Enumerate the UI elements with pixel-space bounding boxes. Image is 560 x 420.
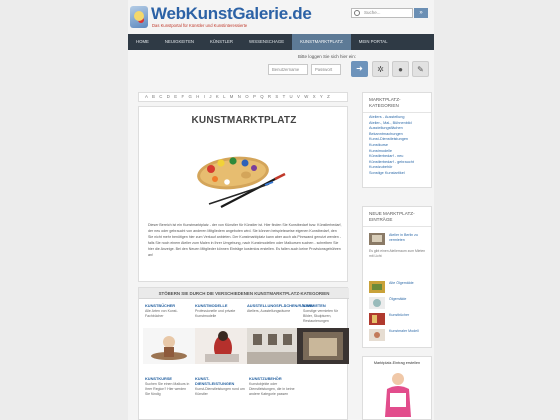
password-field[interactable]: Passwort	[311, 64, 341, 75]
search-icon	[354, 10, 360, 16]
books-image[interactable]	[143, 328, 195, 364]
categories-section: STÖBERN SIE DURCH DIE VERSCHIEDENEN KUNS…	[138, 287, 349, 420]
entry-thumbnail	[369, 281, 385, 293]
category-description: Sonstige vermieten für Bilder, Skulpture…	[303, 309, 339, 323]
entry-title[interactable]: Alte Ölgemälde	[389, 281, 431, 286]
main-content: A B C D E F G H I J K L M N O P Q R S T …	[138, 92, 349, 420]
site-logo[interactable]: WebKunstGalerie.de Das Kunstportal für K…	[130, 4, 312, 32]
category-title[interactable]: KUNSTZUBEHÖR	[249, 376, 299, 381]
nav-item-marketplace[interactable]: KUNSTMARKTPLATZ	[292, 34, 351, 50]
category-description: Suchen Sie einen Malkurs in Ihrer Region…	[145, 382, 190, 396]
category-description: Professionelle und private Kunstmodelle	[195, 309, 236, 318]
category-description: Kunstobjekte oder Dienstleistungen, die …	[249, 382, 295, 396]
search-placeholder: Suche...	[364, 10, 381, 15]
logo-tagline: Das Kunstportal für Künstler und Kunstin…	[152, 23, 248, 28]
category-title[interactable]: KUNST-DIENSTLEISTUNGEN	[195, 376, 245, 386]
promo-figure-image	[385, 373, 411, 417]
entry-thumbnail	[369, 233, 385, 245]
search-button[interactable]: »	[414, 8, 428, 18]
promo-text: Marktplatz-Eintrag erstellen	[373, 361, 421, 365]
sidebar-categories: MARKTPLATZ-KATEGORIEN Ateliers - Ausstel…	[362, 92, 432, 188]
exhibition-room-image[interactable]	[247, 328, 299, 364]
category-description: Kunst-Dienstleistungen rund um Künstler	[195, 387, 245, 396]
alphabet-filter[interactable]: A B C D E F G H I J K L M N O P Q R S T …	[138, 92, 348, 102]
category-item[interactable]: KUNSTMODELLE Professionelle und private …	[195, 303, 243, 319]
login-hint: Bitte loggen Sie sich hier ein:	[298, 54, 357, 59]
nav-item-my-portal[interactable]: MEIN PORTAL	[351, 34, 396, 50]
entry-title[interactable]: Kunstmaler Modell	[389, 329, 431, 334]
login-button[interactable]: ➜	[351, 61, 368, 77]
entry-item[interactable]: Ölgemälde	[369, 297, 429, 311]
logo-text: WebKunstGalerie.de	[151, 4, 312, 23]
sidebar-entries-title: NEUE MARKTPLATZ-EINTRÄGE	[363, 207, 431, 227]
login-icon: ➜	[356, 64, 363, 73]
entry-item[interactable]: Kunstmaler Modell	[369, 329, 429, 343]
username-field[interactable]: Benutzername	[268, 64, 308, 75]
category-title[interactable]: AUSSTELLUNGSFLÄCHEN/RÄUME	[247, 303, 313, 308]
sidebar-categories-title: MARKTPLATZ-KATEGORIEN	[363, 93, 431, 113]
entry-title[interactable]: Ölgemälde	[389, 297, 431, 302]
nav-item-knowledge[interactable]: WISSENSCHAGE	[241, 34, 292, 50]
categories-heading: STÖBERN SIE DURCH DIE VERSCHIEDENEN KUNS…	[139, 288, 349, 299]
category-item[interactable]: KUNSTZUBEHÖR Kunstobjekte oder Dienstlei…	[249, 376, 299, 397]
create-entry-promo[interactable]: Marktplatz-Eintrag erstellen	[362, 356, 432, 420]
sidebar-category-list: Ateliers - Ausstellung Atelier-, Mal-, B…	[363, 113, 431, 177]
gallery-logo-icon	[130, 6, 148, 28]
intro-text: Dieser Bereich ist ein Kunstmarktplatz -…	[148, 223, 342, 257]
nav-item-artists[interactable]: KÜNSTLER	[202, 34, 241, 50]
sidebar-category-link[interactable]: Sonstige Kunstartikel	[363, 171, 431, 177]
entry-thumbnail	[369, 329, 385, 341]
edit-icon: ✎	[417, 65, 424, 74]
palette-brushes-image	[197, 156, 286, 208]
edit-button[interactable]: ✎	[412, 61, 429, 77]
category-item[interactable]: KUNST-DIENSTLEISTUNGEN Kunst-Dienstleist…	[195, 376, 245, 397]
nav-item-home[interactable]: HOME	[128, 34, 157, 50]
category-title[interactable]: KUNSTBÜCHER	[145, 303, 189, 308]
entry-item[interactable]: Atelier in Berlin zu vermieten Es gibt e…	[369, 233, 429, 267]
entry-title[interactable]: Atelier in Berlin zu vermieten	[389, 233, 431, 242]
user-icon: ●	[398, 65, 403, 74]
category-title[interactable]: KUNSTMODELLE	[195, 303, 243, 308]
nav-item-news[interactable]: NEUIGKEITEN	[157, 34, 202, 50]
category-title[interactable]: VERMIETEN	[303, 303, 345, 308]
entry-item[interactable]: Kunstbücher	[369, 313, 429, 327]
category-item[interactable]: KUNSTKURSE Suchen Sie einen Malkurs in I…	[145, 376, 191, 397]
entry-item[interactable]: Alte Ölgemälde	[369, 281, 429, 295]
category-item[interactable]: VERMIETEN Sonstige vermieten für Bilder,…	[303, 303, 345, 324]
register-button[interactable]: ●	[392, 61, 409, 77]
intro-article: KUNSTMARKTPLATZ Dieser Bereich ist ein K…	[138, 106, 348, 282]
category-description: Alle Arten von Kunst-Fachbücher	[145, 309, 178, 318]
entry-thumbnail	[369, 297, 385, 309]
model-image[interactable]	[195, 328, 247, 364]
main-nav: HOME NEUIGKEITEN KÜNSTLER WISSENSCHAGE K…	[128, 34, 434, 50]
search-input[interactable]: Suche...	[351, 8, 413, 18]
category-title[interactable]: KUNSTKURSE	[145, 376, 191, 381]
category-item[interactable]: KUNSTBÜCHER Alle Arten von Kunst-Fachbüc…	[145, 303, 189, 319]
page-title: KUNSTMARKTPLATZ	[191, 115, 297, 126]
category-item[interactable]: AUSSTELLUNGSFLÄCHEN/RÄUME Ateliers, Auss…	[247, 303, 313, 314]
entry-title[interactable]: Kunstbücher	[389, 313, 431, 318]
entry-thumbnail	[369, 313, 385, 325]
sidebar-new-entries: NEUE MARKTPLATZ-EINTRÄGE Atelier in Berl…	[362, 206, 432, 348]
rental-image[interactable]	[297, 328, 349, 364]
help-button[interactable]: ✲	[372, 61, 389, 77]
category-description: Ateliers, Ausstellungsräume	[247, 309, 291, 313]
entry-description: Es gibt einen Atelierraum zum Mieten mit…	[369, 249, 426, 258]
page: WebKunstGalerie.de Das Kunstportal für K…	[0, 0, 560, 420]
help-icon: ✲	[377, 65, 384, 74]
